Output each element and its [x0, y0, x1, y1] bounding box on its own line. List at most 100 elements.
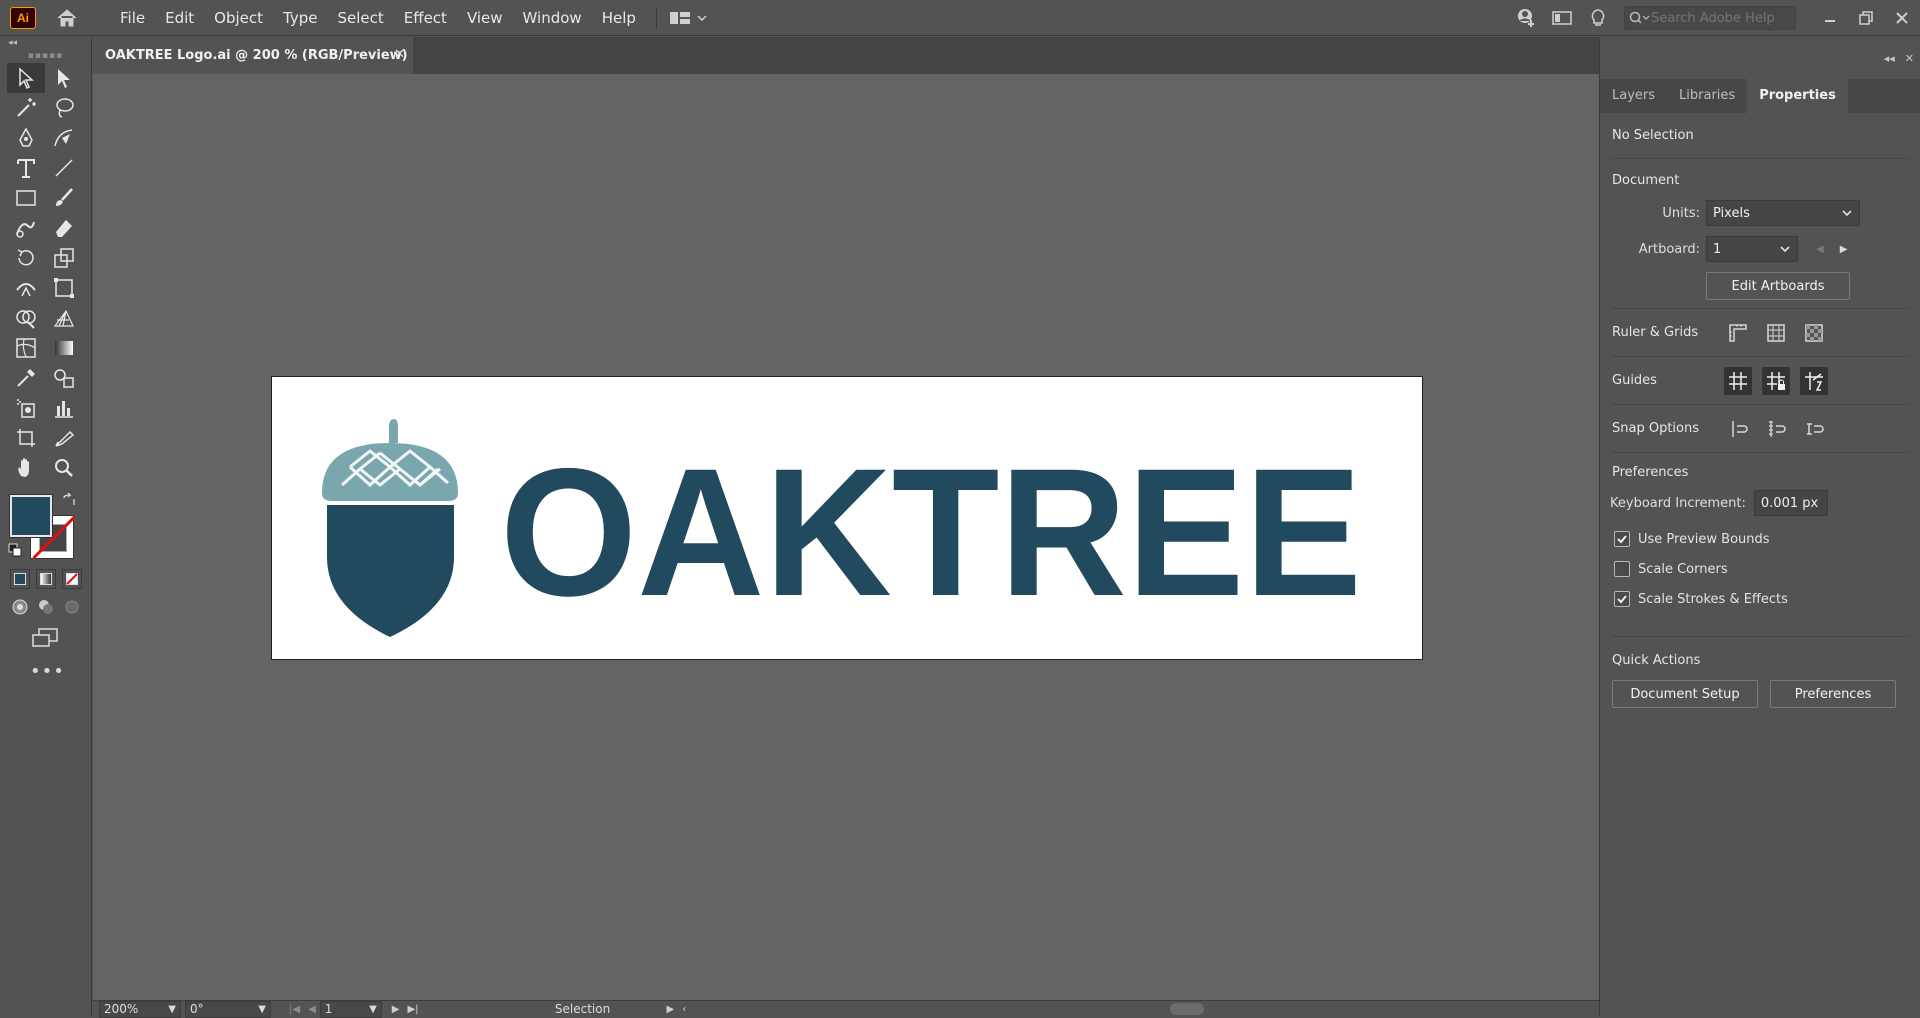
menu-object[interactable]: Object: [204, 0, 273, 36]
checkbox-checked-icon[interactable]: [1614, 531, 1630, 547]
type-tool-icon[interactable]: [7, 153, 45, 183]
magic-wand-tool-icon[interactable]: [7, 93, 45, 123]
perspective-grid-tool-icon[interactable]: [45, 303, 83, 333]
collapse-panels-icon[interactable]: ◂◂: [1884, 52, 1895, 65]
close-tab-icon[interactable]: ✕: [394, 47, 405, 62]
collapse-toolbar-icon[interactable]: ◂◂: [0, 37, 91, 51]
color-mode-icon[interactable]: [10, 569, 30, 589]
gradient-tool-icon[interactable]: [45, 333, 83, 363]
blend-tool-icon[interactable]: [45, 363, 83, 393]
tab-layers[interactable]: Layers: [1600, 79, 1667, 113]
toolbar-grip[interactable]: ▪▪▪▪▪: [0, 51, 91, 63]
workspace-switcher[interactable]: [669, 10, 707, 26]
menu-effect[interactable]: Effect: [394, 0, 457, 36]
minimize-icon[interactable]: [1812, 0, 1848, 36]
menu-select[interactable]: Select: [327, 0, 393, 36]
scale-strokes-effects-checkbox[interactable]: Scale Strokes & Effects: [1614, 584, 1910, 614]
canvas[interactable]: OAKTREE: [93, 74, 1599, 1000]
next-artboard-icon[interactable]: ▶: [388, 1004, 404, 1015]
snap-to-glyph-icon[interactable]: [1800, 415, 1828, 443]
default-fill-stroke-icon[interactable]: [8, 543, 22, 560]
shaper-tool-icon[interactable]: [7, 213, 45, 243]
snap-to-pixel-icon[interactable]: [1762, 415, 1790, 443]
checkbox-unchecked-icon[interactable]: [1614, 561, 1630, 577]
menu-edit[interactable]: Edit: [155, 0, 204, 36]
checkbox-checked-icon[interactable]: [1614, 591, 1630, 607]
edit-toolbar-more-icon[interactable]: •••: [30, 661, 91, 682]
home-icon[interactable]: [54, 7, 80, 29]
rectangle-tool-icon[interactable]: [7, 183, 45, 213]
horizontal-scrollbar-thumb[interactable]: [1170, 1003, 1205, 1015]
document-setup-button[interactable]: Document Setup: [1612, 680, 1758, 708]
help-search-box[interactable]: [1624, 6, 1796, 30]
symbol-sprayer-tool-icon[interactable]: [7, 393, 45, 423]
menu-file[interactable]: File: [110, 0, 155, 36]
fill-swatch[interactable]: [9, 494, 53, 538]
chevron-down-icon[interactable]: ▼: [254, 1004, 270, 1015]
restore-icon[interactable]: [1848, 0, 1884, 36]
menu-window[interactable]: Window: [513, 0, 592, 36]
scroll-left-icon[interactable]: ‹: [678, 1004, 690, 1015]
previous-artboard-icon[interactable]: ◀: [304, 1004, 320, 1015]
artboard-number-field[interactable]: 1 ▼: [319, 1000, 382, 1018]
hand-tool-icon[interactable]: [7, 453, 45, 483]
eyedropper-tool-icon[interactable]: [7, 363, 45, 393]
use-preview-bounds-checkbox[interactable]: Use Preview Bounds: [1614, 524, 1910, 554]
line-segment-tool-icon[interactable]: [45, 153, 83, 183]
edit-artboards-button[interactable]: Edit Artboards: [1706, 272, 1850, 300]
paintbrush-tool-icon[interactable]: [45, 183, 83, 213]
tab-properties[interactable]: Properties: [1747, 79, 1848, 113]
status-menu-icon[interactable]: ▶: [663, 1004, 679, 1015]
shape-builder-tool-icon[interactable]: [7, 303, 45, 333]
draw-inside-icon[interactable]: [62, 597, 82, 617]
screen-mode-icon[interactable]: [30, 627, 60, 649]
rotate-tool-icon[interactable]: [7, 243, 45, 273]
selection-tool-icon[interactable]: [7, 63, 45, 93]
document-tab[interactable]: OAKTREE Logo.ai @ 200 % (RGB/Preview) ✕: [93, 37, 413, 74]
chevron-down-icon[interactable]: ▼: [164, 1004, 180, 1015]
units-dropdown[interactable]: Pixels: [1706, 200, 1860, 226]
pen-tool-icon[interactable]: [7, 123, 45, 153]
gradient-mode-icon[interactable]: [36, 569, 56, 589]
menu-help[interactable]: Help: [592, 0, 646, 36]
menu-type[interactable]: Type: [273, 0, 327, 36]
smart-guides-icon[interactable]: [1800, 366, 1828, 395]
arrange-documents-icon[interactable]: [1544, 0, 1580, 36]
preferences-button[interactable]: Preferences: [1770, 680, 1896, 708]
last-artboard-icon[interactable]: ▶|: [403, 1004, 422, 1015]
draw-behind-icon[interactable]: [36, 597, 56, 617]
first-artboard-icon[interactable]: |◀: [285, 1004, 304, 1015]
menu-view[interactable]: View: [457, 0, 513, 36]
acorn-icon[interactable]: [322, 419, 458, 637]
free-transform-tool-icon[interactable]: [45, 273, 83, 303]
scale-tool-icon[interactable]: [45, 243, 83, 273]
curvature-tool-icon[interactable]: [45, 123, 83, 153]
next-artboard-icon[interactable]: ▶: [1840, 244, 1848, 255]
column-graph-tool-icon[interactable]: [45, 393, 83, 423]
direct-selection-tool-icon[interactable]: [45, 63, 83, 93]
show-guides-icon[interactable]: [1724, 366, 1752, 395]
zoom-field[interactable]: 200% ▼: [99, 1000, 181, 1018]
grid-icon[interactable]: [1762, 319, 1790, 347]
zoom-tool-icon[interactable]: [45, 453, 83, 483]
eraser-tool-icon[interactable]: [45, 213, 83, 243]
snap-to-point-icon[interactable]: [1724, 415, 1752, 443]
width-tool-icon[interactable]: [7, 273, 45, 303]
mesh-tool-icon[interactable]: [7, 333, 45, 363]
rotation-field[interactable]: 0° ▼: [185, 1000, 271, 1018]
chevron-down-icon[interactable]: ▼: [365, 1004, 381, 1015]
none-mode-icon[interactable]: [62, 569, 82, 589]
lock-guides-icon[interactable]: [1762, 366, 1790, 395]
keyboard-increment-input[interactable]: 0.001 px: [1753, 490, 1828, 516]
draw-normal-icon[interactable]: [10, 597, 30, 617]
user-account-icon[interactable]: [1508, 0, 1544, 36]
close-window-icon[interactable]: [1884, 0, 1920, 36]
lasso-tool-icon[interactable]: [45, 93, 83, 123]
tab-libraries[interactable]: Libraries: [1667, 79, 1747, 113]
discover-lightbulb-icon[interactable]: [1580, 0, 1616, 36]
scale-corners-checkbox[interactable]: Scale Corners: [1614, 554, 1910, 584]
oaktree-logo[interactable]: OAKTREE: [272, 377, 1424, 661]
transparency-grid-icon[interactable]: [1800, 319, 1828, 347]
previous-artboard-icon[interactable]: ◀: [1816, 244, 1824, 255]
artboard-tool-icon[interactable]: [7, 423, 45, 453]
